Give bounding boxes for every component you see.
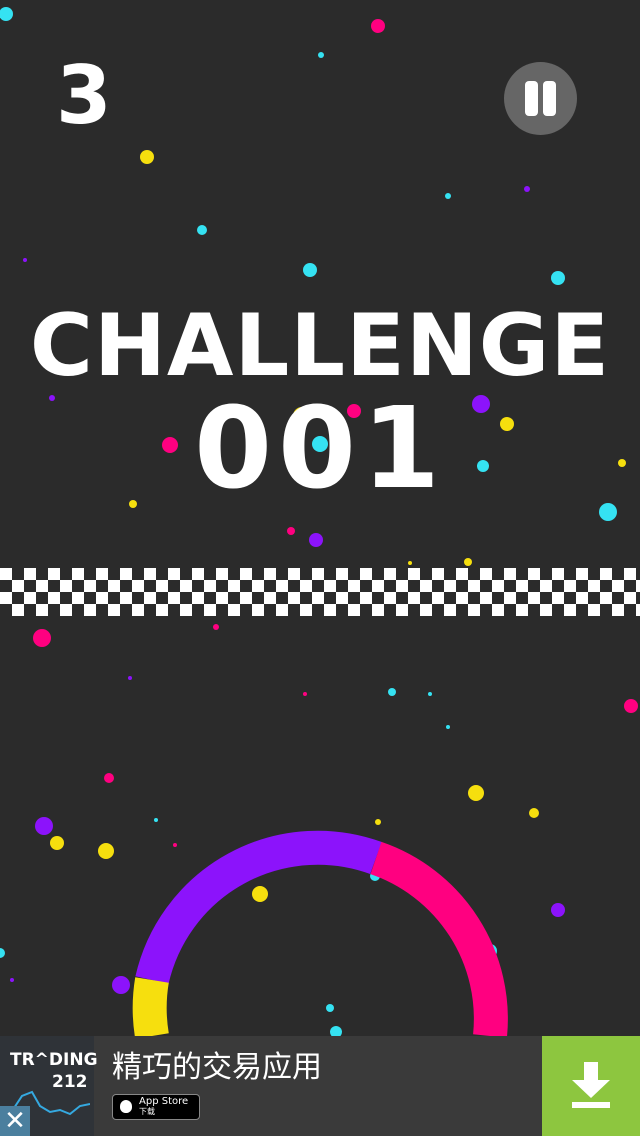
ad-banner[interactable]: TR^DING 212 ✕ 精巧的交易应用 App Store 下载 <box>0 1036 640 1136</box>
app-store-sublabel: 下载 <box>139 1107 155 1116</box>
ring-segment-yellow <box>132 977 169 1036</box>
game-area[interactable]: 3 CHALLENGE 001 <box>0 0 640 1036</box>
ad-brand: TR^DING <box>10 1050 98 1070</box>
close-icon[interactable]: ✕ <box>0 1106 30 1136</box>
ring-segment-pink <box>370 841 508 1036</box>
color-ring-obstacle <box>132 830 508 1036</box>
app-store-badge[interactable]: App Store 下载 <box>112 1094 200 1120</box>
download-icon <box>572 1062 610 1108</box>
download-button[interactable] <box>542 1036 640 1136</box>
ad-headline: 精巧的交易应用 <box>112 1050 322 1085</box>
app-store-label: App Store <box>139 1096 189 1107</box>
apple-icon <box>120 1100 132 1113</box>
ring-segment-purple <box>135 830 382 985</box>
